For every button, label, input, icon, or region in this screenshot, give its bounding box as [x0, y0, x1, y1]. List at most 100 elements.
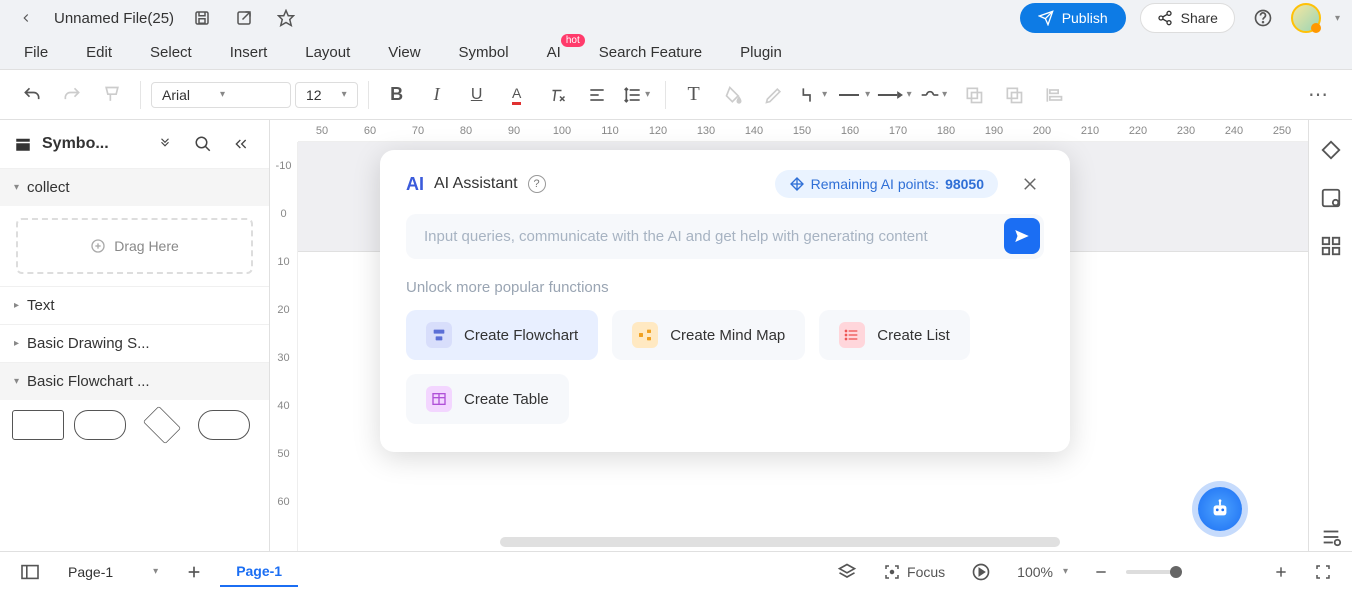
sidebar-section-collect[interactable]: ▾collect: [0, 168, 269, 206]
star-icon[interactable]: [272, 4, 300, 32]
zoom-out-button[interactable]: [1086, 561, 1116, 583]
page-dd-label: Page-1: [68, 564, 113, 580]
menu-search-feature[interactable]: Search Feature: [599, 44, 702, 61]
fill-button[interactable]: [716, 77, 752, 113]
title-bar: Unnamed File(25) Publish Share ▾: [0, 0, 1352, 36]
menu-file[interactable]: File: [24, 44, 48, 61]
sidebar-title: Symbo...: [42, 135, 141, 153]
font-size-select[interactable]: 12▾: [295, 82, 358, 108]
menu-plugin[interactable]: Plugin: [740, 44, 782, 61]
menu-edit[interactable]: Edit: [86, 44, 112, 61]
drag-here-box[interactable]: Drag Here: [16, 218, 253, 274]
flowchart-icon: [426, 322, 452, 348]
collapse-sidebar-icon[interactable]: [227, 130, 255, 158]
avatar-caret-icon[interactable]: ▾: [1335, 13, 1340, 24]
chip-label: Create Mind Map: [670, 327, 785, 344]
redo-button[interactable]: [54, 77, 90, 113]
publish-button[interactable]: Publish: [1020, 3, 1126, 33]
underline-button[interactable]: U: [459, 77, 495, 113]
sidebar-section-basic-drawing[interactable]: ▸Basic Drawing S...: [0, 324, 269, 362]
font-family-select[interactable]: Arial▾: [151, 82, 291, 108]
text-tool-button[interactable]: T: [676, 77, 712, 113]
back-icon[interactable]: [12, 4, 40, 32]
section-label: collect: [27, 179, 70, 196]
right-rail: [1308, 120, 1352, 551]
share-button[interactable]: Share: [1140, 3, 1235, 33]
toolbar-more-button[interactable]: ⋯: [1298, 82, 1338, 107]
file-name[interactable]: Unnamed File(25): [54, 10, 174, 27]
page-dropdown[interactable]: Page-1▾: [58, 560, 168, 584]
ai-panel-header: AI AI Assistant ? Remaining AI points: 9…: [406, 170, 1044, 198]
add-page-button[interactable]: [178, 560, 210, 584]
format-painter-button[interactable]: [94, 77, 130, 113]
points-icon: [789, 176, 805, 192]
horizontal-scrollbar[interactable]: [500, 537, 1060, 547]
align-objects-button[interactable]: [1036, 77, 1072, 113]
hot-badge: hot: [561, 34, 585, 47]
ai-query-input[interactable]: [410, 218, 992, 255]
layer-back-button[interactable]: [996, 77, 1032, 113]
shape-diamond[interactable]: [143, 406, 181, 444]
layers-icon[interactable]: [829, 558, 865, 586]
ai-send-button[interactable]: [1004, 218, 1040, 254]
fullscreen-icon[interactable]: [1306, 559, 1340, 585]
focus-button[interactable]: Focus: [875, 559, 953, 585]
ai-input-row: [406, 214, 1044, 259]
align-button[interactable]: [579, 77, 615, 113]
plus-icon: [90, 238, 106, 254]
sidebar-section-basic-flowchart[interactable]: ▾Basic Flowchart ...: [0, 362, 269, 400]
italic-button[interactable]: I: [419, 77, 455, 113]
save-icon[interactable]: [188, 4, 216, 32]
sidebar-section-text[interactable]: ▸Text: [0, 286, 269, 324]
bottom-bar: Page-1▾ Page-1 Focus 100%▾: [0, 551, 1352, 591]
line-jump-button[interactable]: ▾: [916, 77, 952, 113]
font-family-value: Arial: [162, 87, 190, 103]
chip-create-table[interactable]: Create Table: [406, 374, 569, 424]
zoom-label: 100%: [1017, 564, 1053, 580]
zoom-slider[interactable]: [1126, 570, 1176, 574]
arrow-style-button[interactable]: ▾: [876, 77, 912, 113]
ai-panel-title: AI Assistant: [434, 175, 518, 193]
list-settings-icon[interactable]: [1317, 523, 1345, 551]
user-avatar[interactable]: [1291, 3, 1321, 33]
shape-rounded-rect[interactable]: [74, 410, 126, 440]
external-icon[interactable]: [230, 4, 258, 32]
chip-create-list[interactable]: Create List: [819, 310, 970, 360]
line-spacing-button[interactable]: ▾: [619, 77, 655, 113]
line-style-button[interactable]: ▾: [836, 77, 872, 113]
text-color-button[interactable]: A: [499, 77, 535, 113]
menu-select[interactable]: Select: [150, 44, 192, 61]
zoom-in-button[interactable]: [1266, 561, 1296, 583]
ai-floating-button[interactable]: [1198, 487, 1242, 531]
connector-button[interactable]: ▾: [796, 77, 832, 113]
menu-ai[interactable]: AIhot: [547, 44, 561, 61]
chip-create-mindmap[interactable]: Create Mind Map: [612, 310, 805, 360]
page-tab[interactable]: Page-1: [220, 557, 298, 587]
presentation-icon[interactable]: [963, 558, 999, 586]
menu-layout[interactable]: Layout: [305, 44, 350, 61]
chip-create-flowchart[interactable]: Create Flowchart: [406, 310, 598, 360]
menu-view[interactable]: View: [388, 44, 420, 61]
sidebar-expand-icon[interactable]: [151, 130, 179, 158]
mindmap-icon: [632, 322, 658, 348]
shape-rectangle[interactable]: [12, 410, 64, 440]
help-icon[interactable]: [1249, 4, 1277, 32]
menu-insert[interactable]: Insert: [230, 44, 268, 61]
pen-button[interactable]: [756, 77, 792, 113]
layer-front-button[interactable]: [956, 77, 992, 113]
chip-label: Create List: [877, 327, 950, 344]
shape-terminator[interactable]: [198, 410, 250, 440]
zoom-value[interactable]: 100%▾: [1009, 560, 1076, 584]
grid-icon[interactable]: [1317, 232, 1345, 260]
undo-button[interactable]: [14, 77, 50, 113]
ai-points-badge[interactable]: Remaining AI points: 98050: [775, 170, 998, 198]
properties-icon[interactable]: [1317, 184, 1345, 212]
clear-format-button[interactable]: [539, 77, 575, 113]
bold-button[interactable]: B: [379, 77, 415, 113]
page-layout-icon[interactable]: [12, 560, 48, 584]
toolbar: Arial▾ 12▾ B I U A ▾ T ▾ ▾ ▾ ▾ ⋯: [0, 70, 1352, 120]
close-icon[interactable]: [1016, 170, 1044, 198]
search-icon[interactable]: [189, 130, 217, 158]
menu-symbol[interactable]: Symbol: [459, 44, 509, 61]
theme-icon[interactable]: [1317, 136, 1345, 164]
